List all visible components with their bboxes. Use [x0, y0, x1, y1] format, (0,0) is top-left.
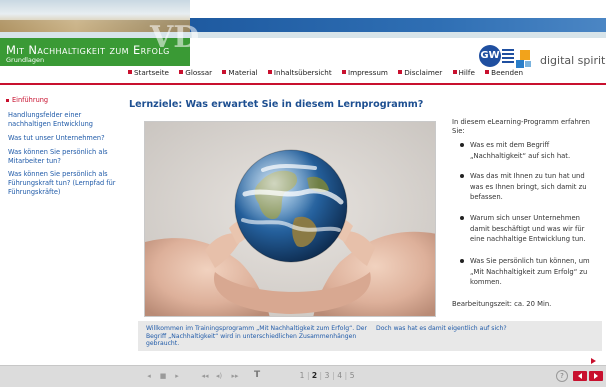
- bullet-icon: [222, 70, 227, 74]
- page-link[interactable]: 1: [297, 371, 307, 380]
- narration-text-left: Willkommen im Trainingsprogramm „Mit Nac…: [146, 325, 368, 348]
- company-logo: GW: [479, 45, 514, 67]
- company-logo-mark: GW: [479, 45, 501, 67]
- nav-impressum[interactable]: Impressum: [341, 68, 388, 77]
- sidebar: Einführung Handlungsfelder einer nachhal…: [0, 88, 120, 387]
- nav-disclaimer[interactable]: Disclaimer: [398, 68, 442, 77]
- page-link-current[interactable]: 2: [310, 371, 320, 380]
- page-link[interactable]: 3: [322, 371, 332, 380]
- narration-text-right: Doch was hat es damit eigentlich auf sic…: [376, 325, 507, 332]
- volume-icon[interactable]: ◂): [214, 372, 224, 382]
- page-navigation: 1 | 2 | 3 | 4 | 5: [297, 371, 357, 380]
- previous-page-button[interactable]: [573, 371, 587, 381]
- page-link[interactable]: 4: [335, 371, 345, 380]
- digital-spirit-logo-text: digital spirit: [540, 54, 606, 67]
- next-page-button[interactable]: [589, 371, 603, 381]
- course-title: Mit Nachhaltigkeit zum Erfolg: [6, 43, 170, 57]
- nav-startseite[interactable]: Startseite: [128, 68, 169, 77]
- skip-forward-icon[interactable]: ▸▸: [230, 372, 240, 382]
- sidebar-item-einfuehrung[interactable]: Einführung: [6, 96, 114, 105]
- company-logo-lines: [502, 49, 514, 63]
- watermark: VD: [150, 20, 200, 55]
- nav-material[interactable]: Material: [222, 68, 258, 77]
- stop-icon[interactable]: ■: [158, 372, 168, 382]
- sidebar-item-fuehrungskraft[interactable]: Was können Sie persönlich als Führungskr…: [8, 170, 116, 197]
- rewind-icon[interactable]: ◂: [144, 372, 154, 382]
- learning-goal-item: Was es mit dem Begriff „Nachhaltigkeit“ …: [460, 140, 598, 161]
- bullet-icon: [128, 70, 132, 74]
- duration-label: Bearbeitungszeit: ca. 20 Min.: [452, 300, 552, 308]
- course-subtitle: Grundlagen: [6, 56, 45, 64]
- bullet-icon: [267, 70, 272, 74]
- header-blue-bar: [190, 18, 606, 32]
- globe-in-hands-image: [144, 121, 436, 317]
- globe-hands-illustration: [145, 122, 435, 316]
- bullet-icon: [452, 70, 457, 74]
- bullet-icon: [398, 70, 403, 74]
- bullet-icon: [341, 70, 346, 74]
- sidebar-item-mitarbeiter[interactable]: Was können Sie persönlich als Mitarbeite…: [8, 148, 116, 166]
- learning-goals-intro: In diesem eLearning-Programm erfahren Si…: [452, 118, 590, 135]
- page-link[interactable]: 5: [347, 371, 357, 380]
- sidebar-item-handlungsfelder[interactable]: Handlungsfelder einer nachhaltigen Entwi…: [8, 111, 116, 129]
- learning-goal-item: Was das mit Ihnen zu tun hat und was es …: [460, 171, 598, 203]
- narration-text-strip: Willkommen im Trainingsprogramm „Mit Nac…: [138, 321, 602, 351]
- bullet-icon: [485, 70, 490, 74]
- sidebar-item-unternehmen[interactable]: Was tut unser Unternehmen?: [8, 134, 116, 143]
- header-divider: [0, 83, 606, 85]
- nav-beenden[interactable]: Beenden: [485, 68, 523, 77]
- help-icon[interactable]: ?: [556, 370, 568, 382]
- nav-inhaltsuebersicht[interactable]: Inhaltsübersicht: [267, 68, 332, 77]
- learning-goal-item: Was Sie persönlich tun können, um „Mit N…: [460, 256, 598, 288]
- nav-glossar[interactable]: Glossar: [179, 68, 212, 77]
- bullet-icon: [179, 70, 184, 74]
- header: Mit Nachhaltigkeit zum Erfolg Grundlagen…: [0, 0, 606, 88]
- page-title: Lernziele: Was erwartet Sie in diesem Le…: [129, 99, 424, 110]
- learning-goal-item: Warum sich unser Unternehmen damit besch…: [460, 213, 598, 245]
- nav-hilfe[interactable]: Hilfe: [452, 68, 475, 77]
- text-size-button[interactable]: T: [254, 370, 260, 380]
- play-icon[interactable]: ▸: [172, 372, 182, 382]
- next-hint-arrow-icon: [591, 358, 596, 364]
- player-controls-bar: ◂ ■ ▸ ◂◂ ◂) ▸▸ T 1 | 2 | 3 | 4 | 5 ?: [0, 365, 606, 387]
- skip-back-icon[interactable]: ◂◂: [200, 372, 210, 382]
- top-navigation: Startseite Glossar Material Inhaltsübers…: [128, 68, 531, 80]
